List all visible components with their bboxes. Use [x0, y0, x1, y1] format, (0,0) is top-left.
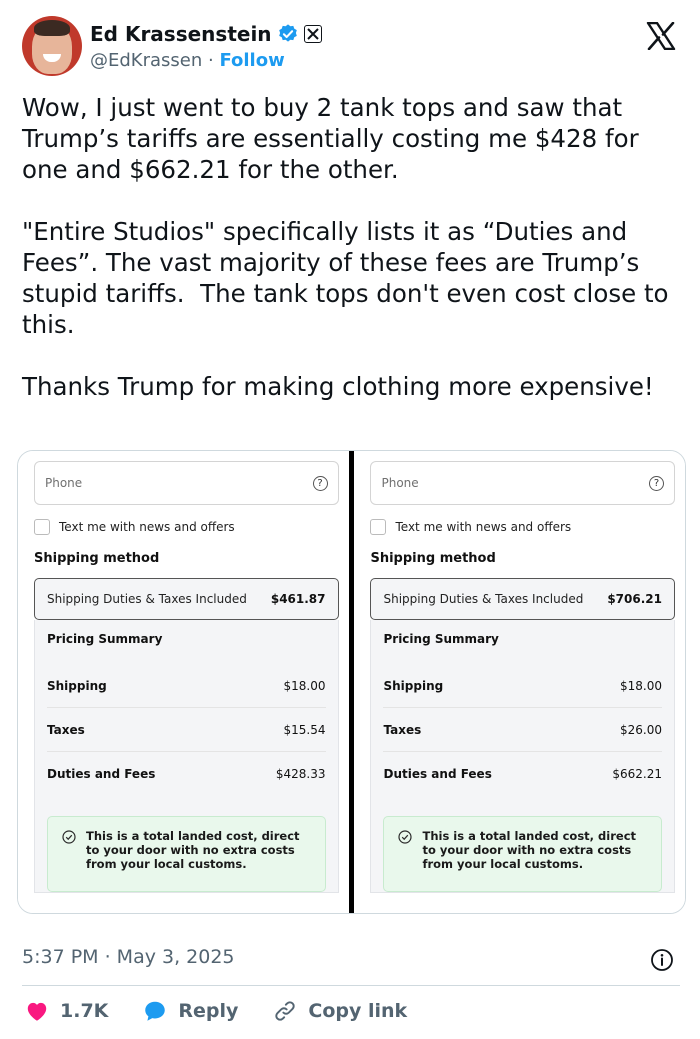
speech-bubble-icon [145, 1001, 166, 1021]
summary-row-shipping: Shipping $18.00 [47, 664, 326, 708]
shipping-method-heading: Shipping method [34, 551, 160, 566]
checkbox-label: Text me with news and offers [395, 520, 572, 534]
phone-field: Phone ? [370, 461, 675, 505]
tweet-header: Ed Krassenstein @EdKrassen · Follow [22, 16, 680, 78]
shipping-option-amount: $706.21 [607, 592, 662, 606]
avatar[interactable] [22, 16, 82, 76]
pricing-summary: Pricing Summary Shipping $18.00 Taxes $2… [370, 620, 675, 893]
like-button[interactable]: 1.7K [24, 998, 108, 1024]
row-label: Shipping [47, 678, 107, 693]
tweet-text: Wow, I just went to buy 2 tank tops and … [22, 92, 682, 433]
pricing-summary: Pricing Summary Shipping $18.00 Taxes $1… [34, 620, 339, 893]
landed-note-text: This is a total landed cost, direct to y… [422, 829, 637, 871]
summary-row-taxes: Taxes $15.54 [47, 708, 326, 752]
summary-row-duties: Duties and Fees $662.21 [383, 752, 662, 796]
tweet-paragraph: Wow, I just went to buy 2 tank tops and … [22, 93, 647, 184]
row-label: Shipping [383, 678, 444, 693]
x-logo-icon[interactable] [646, 22, 676, 50]
row-amount: $15.54 [283, 722, 326, 737]
row-amount: $18.00 [619, 678, 662, 693]
row-label: Taxes [383, 722, 422, 737]
copy-link-label: Copy link [308, 1000, 408, 1022]
author-handle[interactable]: @EdKrassen [90, 50, 202, 71]
author-handle-row: @EdKrassen · Follow [90, 50, 285, 71]
info-icon[interactable] [650, 948, 674, 972]
checkout-screenshot-right[interactable]: Phone ? Text me with news and offers Shi… [354, 451, 685, 913]
landed-cost-note: This is a total landed cost, direct to y… [383, 816, 662, 892]
summary-row-duties: Duties and Fees $428.33 [47, 752, 326, 796]
row-label: Taxes [47, 722, 85, 737]
phone-placeholder: Phone [381, 476, 419, 490]
sms-optin-row: Text me with news and offers [34, 519, 339, 535]
x-affiliate-badge-icon [303, 25, 322, 43]
sms-optin-row: Text me with news and offers [370, 519, 675, 535]
author-name-row: Ed Krassenstein [90, 22, 322, 46]
reply-button[interactable]: Reply [142, 998, 238, 1024]
row-label: Duties and Fees [47, 767, 156, 781]
shipping-option-label: Shipping Duties & Taxes Included [383, 592, 584, 606]
help-icon: ? [648, 475, 664, 491]
shipping-method-heading: Shipping method [370, 551, 496, 566]
summary-row-taxes: Taxes $26.00 [383, 708, 662, 752]
copy-link-button[interactable]: Copy link [272, 998, 407, 1024]
checkbox-label: Text me with news and offers [59, 520, 235, 534]
checkbox [34, 519, 50, 535]
row-amount: $428.33 [275, 767, 326, 781]
avatar-hair [34, 20, 70, 36]
checkout-screenshot-left[interactable]: Phone ? Text me with news and offers Shi… [18, 451, 349, 913]
like-count: 1.7K [60, 1000, 109, 1022]
tweet-timestamp[interactable]: 5:37 PM · May 3, 2025 [22, 946, 235, 968]
handle-separator: · [202, 50, 220, 71]
checkout-content: Phone ? Text me with news and offers Shi… [34, 461, 339, 893]
reply-label: Reply [178, 1000, 239, 1022]
phone-field: Phone ? [34, 461, 339, 505]
checkbox [370, 519, 387, 535]
follow-button[interactable]: Follow [219, 50, 284, 71]
shipping-option-amount: $461.87 [270, 592, 326, 606]
verified-badge-icon [278, 24, 297, 42]
tweet-paragraph: Thanks Trump for making clothing more ex… [22, 372, 654, 401]
tweet-actions: 1.7K Reply Copy link [24, 996, 441, 1026]
shipping-option-label: Shipping Duties & Taxes Included [47, 592, 247, 606]
pricing-summary-heading: Pricing Summary [47, 632, 163, 646]
link-icon [275, 1001, 296, 1021]
summary-row-shipping: Shipping $18.00 [383, 664, 662, 708]
row-amount: $26.00 [619, 722, 662, 737]
check-circle-icon [398, 830, 413, 844]
row-amount: $18.00 [283, 678, 326, 693]
shipping-option: Shipping Duties & Taxes Included $461.87 [34, 578, 339, 620]
landed-note-text: This is a total landed cost, direct to y… [86, 829, 300, 871]
author-name[interactable]: Ed Krassenstein [90, 22, 272, 46]
shipping-option: Shipping Duties & Taxes Included $706.21 [370, 578, 675, 620]
help-icon: ? [312, 475, 328, 491]
footer-divider [22, 985, 680, 986]
check-circle-icon [62, 830, 76, 844]
checkout-content: Phone ? Text me with news and offers Shi… [370, 461, 675, 893]
phone-placeholder: Phone [45, 476, 83, 490]
row-label: Duties and Fees [383, 767, 492, 781]
tweet-paragraph: "Entire Studios" specifically lists it a… [22, 217, 677, 339]
pricing-summary-heading: Pricing Summary [383, 632, 499, 646]
landed-cost-note: This is a total landed cost, direct to y… [47, 816, 326, 892]
tweet-media[interactable]: Phone ? Text me with news and offers Shi… [17, 450, 686, 914]
row-amount: $662.21 [612, 767, 662, 781]
heart-icon [27, 1002, 47, 1021]
